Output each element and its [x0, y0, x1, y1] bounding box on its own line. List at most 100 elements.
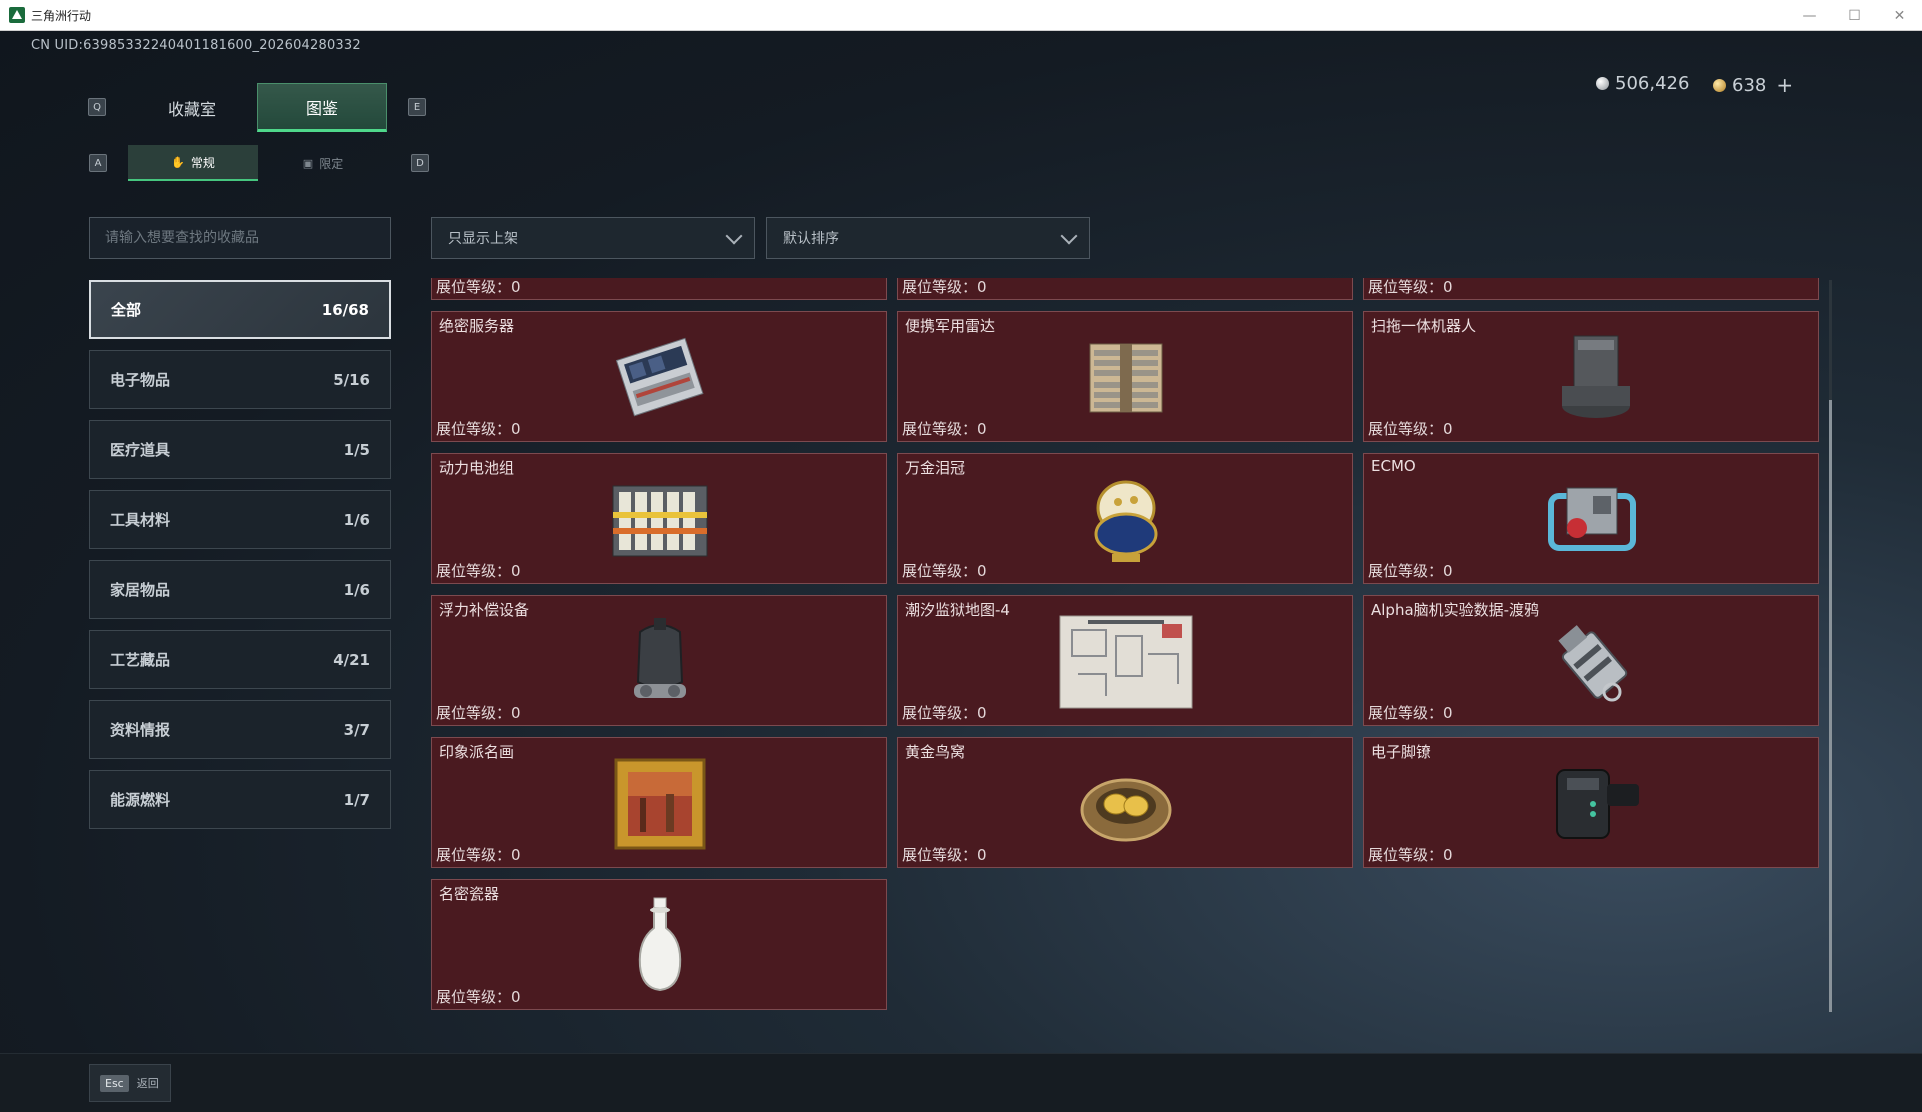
tab-catalog[interactable]: 图鉴 [257, 83, 387, 132]
shelf-filter-value: 只显示上架 [448, 231, 518, 247]
category-energy[interactable]: 能源燃料 1/7 [89, 770, 391, 829]
item-name: 扫拖一体机器人 [1371, 317, 1477, 335]
item-card[interactable]: 万金泪冠 展位等级：0 [897, 453, 1353, 584]
app-logo-icon [9, 7, 25, 23]
item-level: 展位等级：0 [436, 562, 521, 580]
category-count: 1/6 [343, 580, 370, 599]
category-count: 4/21 [333, 650, 370, 669]
item-card[interactable]: 绝密服务器 展位等级：0 [431, 311, 887, 442]
item-name: 黄金鸟窝 [905, 743, 966, 761]
item-level: 展位等级：0 [436, 988, 521, 1006]
tab-regular-label: 常规 [190, 155, 215, 170]
item-card[interactable]: 浮力补偿设备 展位等级：0 [431, 595, 887, 726]
item-name: 浮力补偿设备 [439, 601, 530, 619]
item-card[interactable]: 名密瓷器 展位等级：0 [431, 879, 887, 1010]
category-count: 1/6 [343, 510, 370, 529]
sub-tabs: ✋ 常规 ▣ 限定 [128, 145, 388, 181]
item-level: 展位等级：0 [902, 562, 987, 580]
esc-key-icon: Esc [100, 1074, 129, 1092]
category-electronics[interactable]: 电子物品 5/16 [89, 350, 391, 409]
category-count: 1/5 [343, 440, 370, 459]
gold-coin-icon [1713, 78, 1726, 92]
category-count: 1/7 [343, 790, 370, 809]
category-crafts[interactable]: 工艺藏品 4/21 [89, 630, 391, 689]
item-name: 印象派名画 [439, 743, 515, 761]
tab-limited-label: 限定 [319, 156, 344, 171]
item-name: 动力电池组 [439, 459, 515, 477]
item-card-partial[interactable]: 展位等级：0 [1363, 278, 1819, 300]
image-icon: ▣ [302, 156, 314, 170]
item-card[interactable]: 黄金鸟窝 展位等级：0 [897, 737, 1353, 868]
minimize-button[interactable]: — [1787, 0, 1832, 31]
server-icon [600, 326, 720, 430]
tab-collection-room[interactable]: 收藏室 [127, 83, 257, 132]
category-household[interactable]: 家居物品 1/6 [89, 560, 391, 619]
item-card-partial[interactable]: 展位等级：0 [431, 278, 887, 300]
window-title: 三角洲行动 [31, 8, 92, 23]
maximize-button[interactable]: ☐ [1832, 0, 1877, 31]
item-level: 展位等级：0 [1368, 420, 1453, 438]
bcd-icon [600, 610, 720, 714]
item-name: Alpha脑机实验数据-渡鸦 [1371, 601, 1540, 619]
gold-amount: 638 [1732, 74, 1767, 96]
item-card[interactable]: 扫拖一体机器人 展位等级：0 [1363, 311, 1819, 442]
item-level: 展位等级：0 [902, 420, 987, 438]
item-card[interactable]: 潮汐监狱地图-4 展位等级：0 [897, 595, 1353, 726]
item-name: 万金泪冠 [905, 459, 966, 477]
item-level: 展位等级：0 [436, 420, 521, 438]
item-level: 展位等级：0 [436, 846, 521, 864]
uid-label: CN UID:6398533224040118160​0_20260428033… [31, 38, 361, 53]
item-card[interactable]: 印象派名画 展位等级：0 [431, 737, 887, 868]
category-label: 全部 [111, 301, 142, 319]
category-label: 资料情报 [110, 721, 171, 739]
tab-limited[interactable]: ▣ 限定 [258, 145, 388, 181]
item-level: 展位等级：0 [436, 278, 521, 296]
battery-pack-icon [600, 468, 720, 572]
scroll-thumb[interactable] [1829, 400, 1832, 1012]
usb-drive-icon [1532, 610, 1652, 714]
category-count: 3/7 [343, 720, 370, 739]
category-intel[interactable]: 资料情报 3/7 [89, 700, 391, 759]
add-currency-button[interactable]: + [1776, 73, 1793, 97]
item-card[interactable]: 电子脚镣 展位等级：0 [1363, 737, 1819, 868]
sort-dropdown[interactable]: 默认排序 [766, 217, 1090, 259]
key-d-hint: D [411, 154, 429, 172]
item-card[interactable]: 便携军用雷达 展位等级：0 [897, 311, 1353, 442]
hand-icon: ✋ [171, 155, 185, 169]
tab-regular[interactable]: ✋ 常规 [128, 145, 258, 181]
title-bar: 三角洲行动 — ☐ ✕ [0, 0, 1922, 31]
category-label: 医疗道具 [110, 441, 171, 459]
item-name: ECMO [1371, 457, 1416, 475]
item-card[interactable]: 动力电池组 展位等级：0 [431, 453, 887, 584]
category-medical[interactable]: 医疗道具 1/5 [89, 420, 391, 479]
category-tools[interactable]: 工具材料 1/6 [89, 490, 391, 549]
key-e-hint: E [408, 98, 426, 116]
close-button[interactable]: ✕ [1877, 0, 1922, 31]
item-name: 便携军用雷达 [905, 317, 996, 335]
robot-vacuum-icon [1532, 326, 1652, 430]
chevron-down-icon [725, 227, 743, 245]
window-controls: — ☐ ✕ [1787, 0, 1922, 31]
bottom-bar [0, 1053, 1922, 1112]
item-card[interactable]: ECMO 展位等级：0 [1363, 453, 1819, 584]
category-count: 5/16 [333, 370, 370, 389]
category-label: 家居物品 [110, 581, 171, 599]
silver-coin-icon [1596, 77, 1609, 90]
item-level: 展位等级：0 [902, 846, 987, 864]
search-input[interactable] [89, 217, 391, 259]
category-all[interactable]: 全部 16/68 [89, 280, 391, 339]
item-name: 名密瓷器 [439, 885, 500, 903]
back-button[interactable]: Esc 返回 [89, 1064, 171, 1102]
item-name: 绝密服务器 [439, 317, 515, 335]
ankle-monitor-icon [1532, 752, 1652, 856]
item-level: 展位等级：0 [902, 278, 987, 296]
shelf-filter-dropdown[interactable]: 只显示上架 [431, 217, 755, 259]
item-level: 展位等级：0 [1368, 562, 1453, 580]
porcelain-vase-icon [600, 894, 720, 998]
item-card-partial[interactable]: 展位等级：0 [897, 278, 1353, 300]
item-card[interactable]: Alpha脑机实验数据-渡鸦 展位等级：0 [1363, 595, 1819, 726]
item-level: 展位等级：0 [1368, 846, 1453, 864]
main-tabs: 收藏室 图鉴 [127, 83, 387, 132]
grid-scrollbar[interactable] [1829, 280, 1832, 1012]
item-level: 展位等级：0 [1368, 704, 1453, 722]
